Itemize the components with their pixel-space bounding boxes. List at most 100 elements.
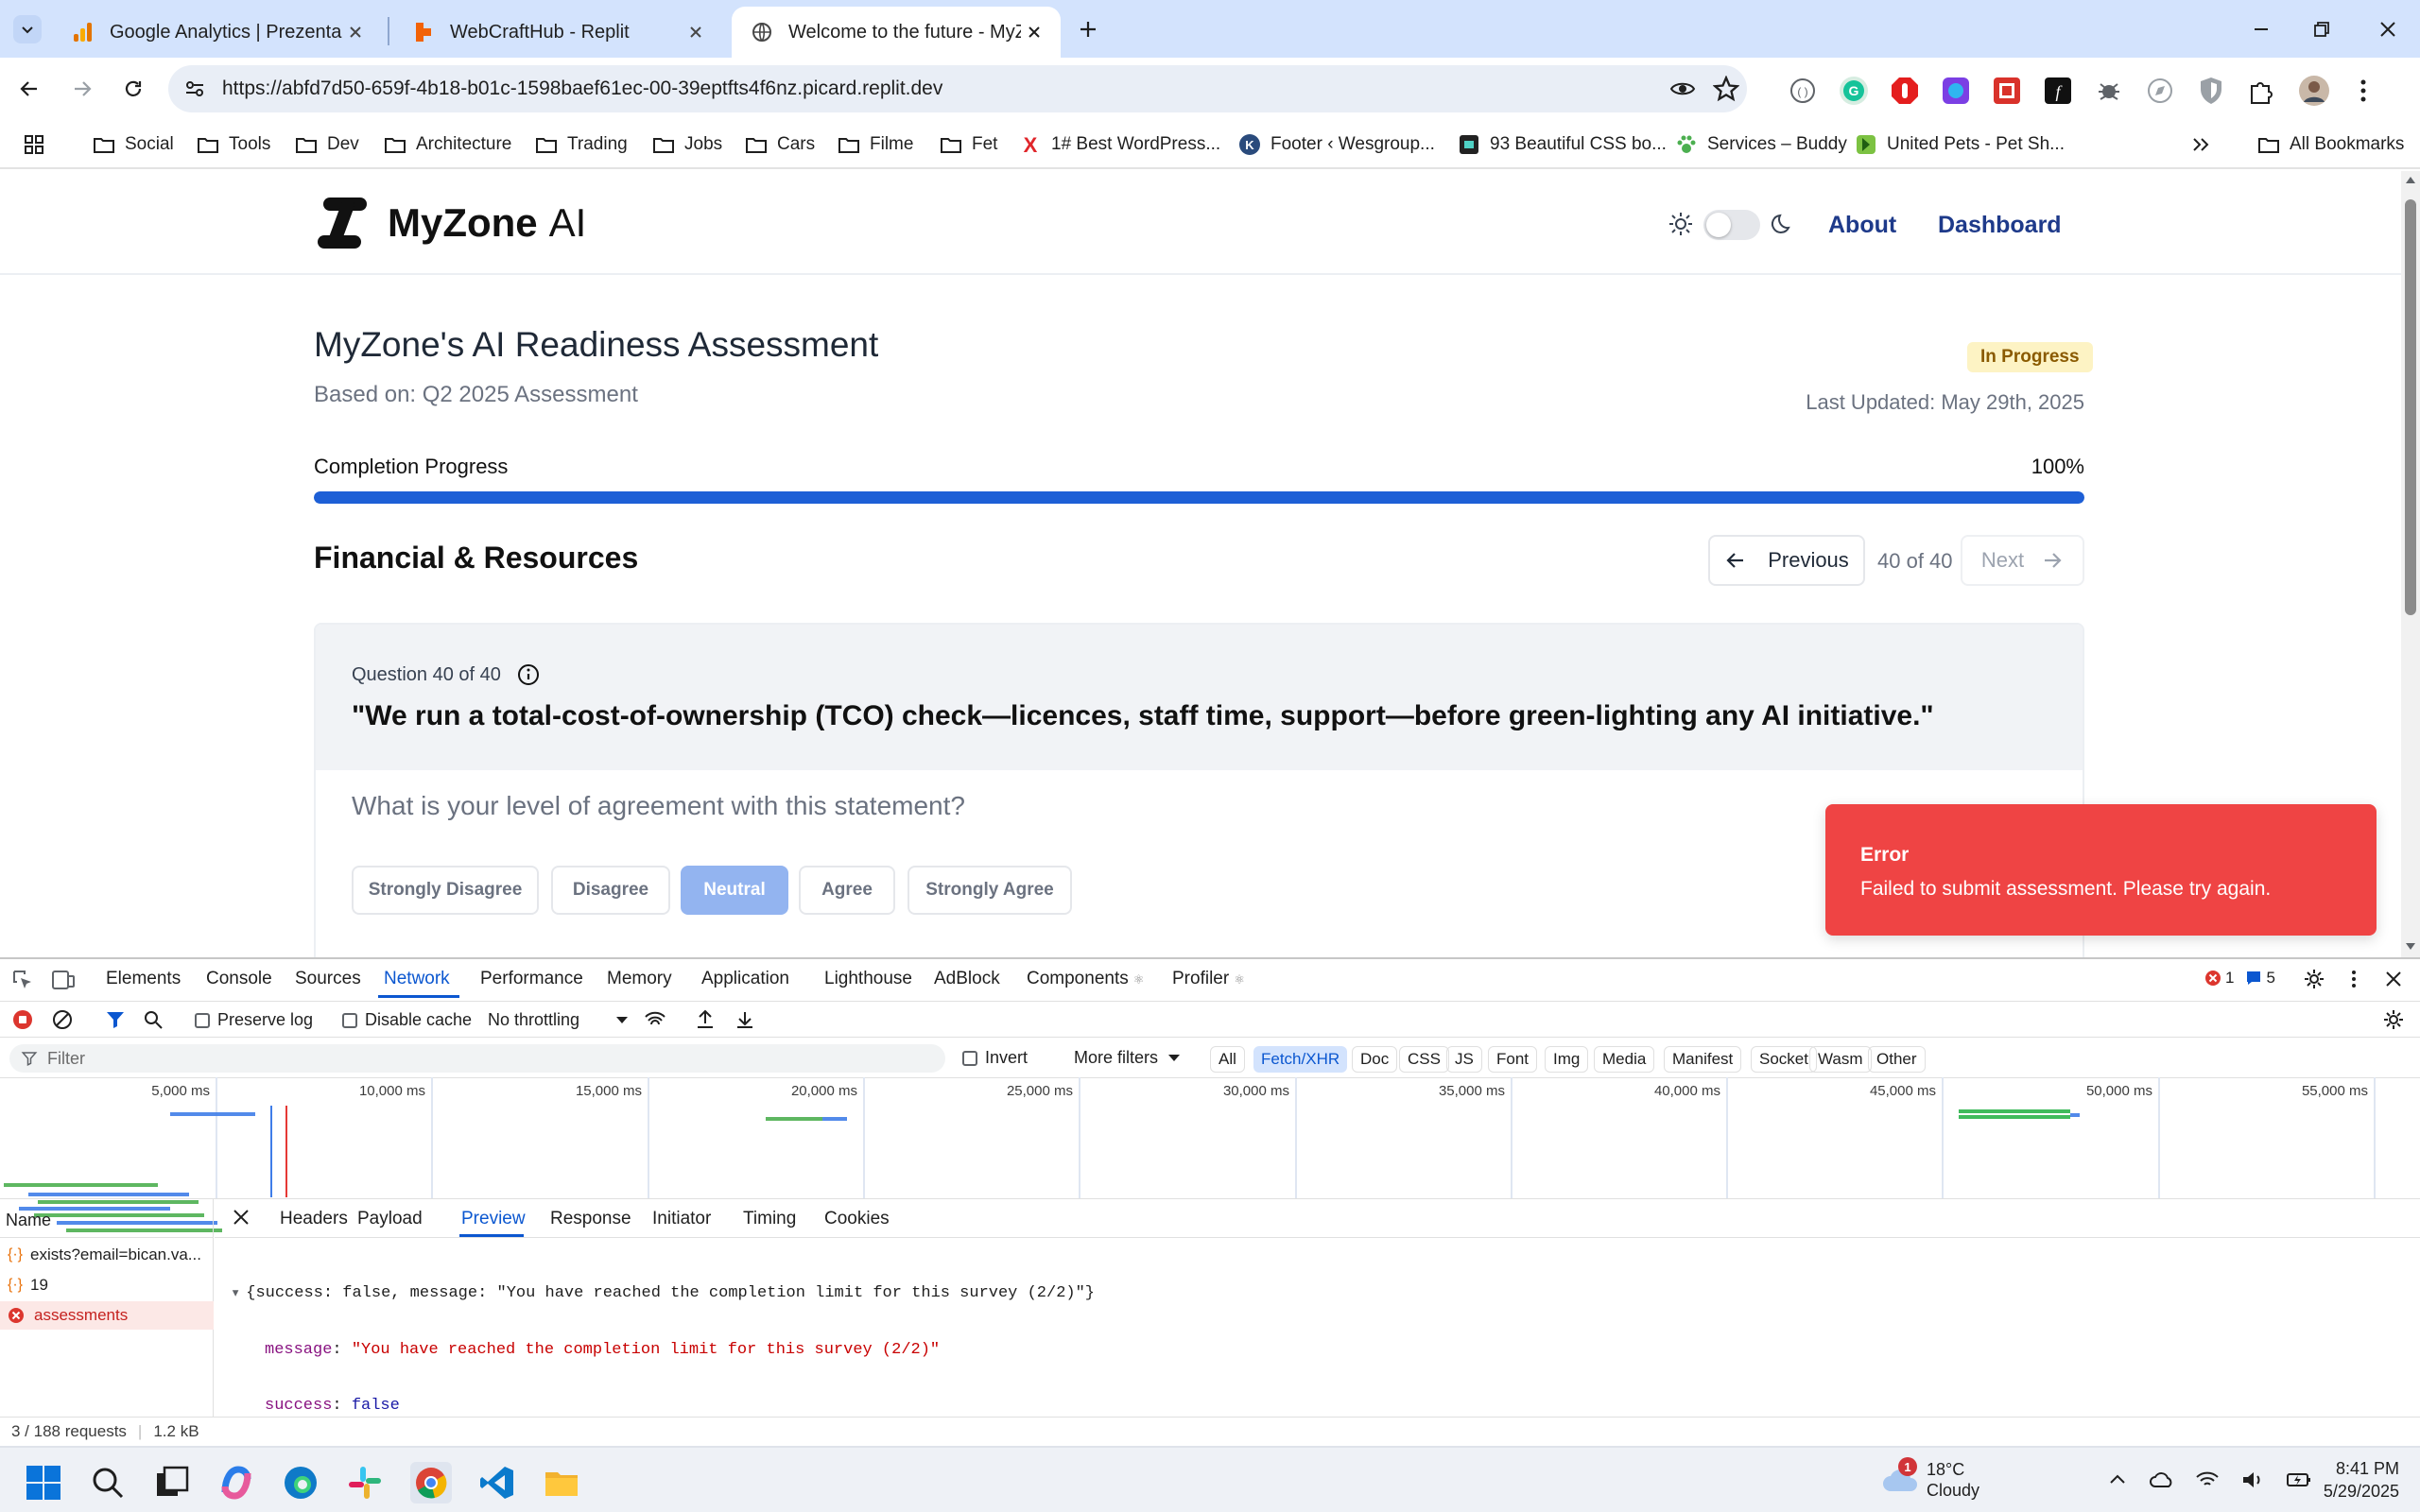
devtools-tab-memory[interactable]: Memory bbox=[607, 969, 672, 989]
file-explorer-icon[interactable] bbox=[543, 1464, 580, 1502]
devtools-tab-profiler[interactable]: Profiler ⚛ bbox=[1172, 969, 1245, 989]
type-filter-chip[interactable]: JS bbox=[1446, 1046, 1482, 1073]
scroll-down-icon[interactable] bbox=[2405, 942, 2416, 952]
more-vertical-icon[interactable] bbox=[2350, 75, 2377, 107]
throttling-select[interactable]: No throttling bbox=[488, 1010, 629, 1030]
next-button[interactable]: Next bbox=[1961, 535, 2084, 586]
copilot-icon[interactable] bbox=[217, 1464, 255, 1502]
search-icon[interactable] bbox=[142, 1008, 164, 1031]
scrollbar-thumb[interactable] bbox=[2405, 199, 2416, 615]
screenshot-icon[interactable] bbox=[1991, 75, 2023, 107]
clear-icon[interactable] bbox=[51, 1008, 74, 1031]
bookmark-folder[interactable]: Dev bbox=[295, 129, 359, 161]
record-stop-icon[interactable] bbox=[11, 1008, 34, 1031]
type-filter-chip[interactable]: Wasm bbox=[1809, 1046, 1872, 1073]
slack-icon[interactable] bbox=[346, 1464, 384, 1502]
bookmark-folder[interactable]: Social bbox=[93, 129, 174, 161]
devtools-tab-network[interactable]: Network bbox=[384, 969, 450, 989]
bug-icon[interactable] bbox=[2093, 75, 2125, 107]
close-icon[interactable] bbox=[1021, 19, 1047, 45]
bookmark-folder[interactable]: Architecture bbox=[384, 129, 511, 161]
answer-neutral-selected[interactable]: Neutral bbox=[681, 866, 788, 915]
bookmark-star-icon[interactable] bbox=[1713, 76, 1739, 102]
checkbox[interactable] bbox=[195, 1012, 210, 1028]
detail-tab-payload[interactable]: Payload bbox=[357, 1209, 423, 1229]
device-toolbar-icon[interactable] bbox=[51, 969, 76, 991]
bookmark-link[interactable]: K Footer ‹ Wesgroup... bbox=[1238, 129, 1435, 161]
more-filters-dropdown[interactable]: More filters bbox=[1074, 1048, 1181, 1068]
inspect-element-icon[interactable] bbox=[11, 969, 34, 991]
answer-agree[interactable]: Agree bbox=[799, 866, 895, 915]
windows-start-icon[interactable] bbox=[25, 1464, 62, 1502]
type-filter-chip[interactable]: Fetch/XHR bbox=[1253, 1046, 1348, 1073]
restore-window-button[interactable] bbox=[2303, 15, 2341, 43]
bookmark-link[interactable]: United Pets - Pet Sh... bbox=[1855, 129, 2065, 161]
devtools-tab-elements[interactable]: Elements bbox=[106, 969, 181, 989]
filter-icon[interactable] bbox=[104, 1008, 127, 1031]
settings-gear-icon[interactable] bbox=[2303, 968, 2325, 990]
back-button[interactable] bbox=[13, 73, 45, 105]
edge-icon[interactable] bbox=[282, 1464, 320, 1502]
answer-strongly-agree[interactable]: Strongly Agree bbox=[908, 866, 1072, 915]
detail-tab-timing[interactable]: Timing bbox=[743, 1209, 796, 1229]
type-filter-chip[interactable]: Manifest bbox=[1664, 1046, 1742, 1073]
clock[interactable]: 8:41 PM 5/29/2025 bbox=[2324, 1457, 2399, 1503]
site-settings-icon[interactable] bbox=[183, 77, 206, 100]
filter-input[interactable]: Filter bbox=[9, 1044, 945, 1073]
bookmark-folder[interactable]: Trading bbox=[535, 129, 628, 161]
nav-dashboard[interactable]: Dashboard bbox=[1938, 212, 2062, 239]
detail-tab-initiator[interactable]: Initiator bbox=[652, 1209, 711, 1229]
battery-icon[interactable] bbox=[2286, 1469, 2312, 1491]
preserve-log-checkbox[interactable]: Preserve log bbox=[195, 1010, 313, 1030]
devtools-tab-components[interactable]: Components ⚛ bbox=[1027, 969, 1144, 989]
answer-disagree[interactable]: Disagree bbox=[551, 866, 670, 915]
all-bookmarks-button[interactable]: All Bookmarks bbox=[2257, 129, 2404, 161]
url-text[interactable]: https://abfd7d50-659f-4b18-b01c-1598baef… bbox=[222, 77, 942, 100]
type-filter-chip[interactable]: Socket bbox=[1751, 1046, 1817, 1073]
bookmark-folder[interactable]: Tools bbox=[197, 129, 270, 161]
tab-search-button[interactable] bbox=[13, 15, 42, 43]
page-scrollbar[interactable] bbox=[2401, 171, 2420, 957]
detail-tab-cookies[interactable]: Cookies bbox=[824, 1209, 890, 1229]
weather-widget[interactable]: 1 18°C Cloudy bbox=[1881, 1457, 1979, 1501]
extension-icon[interactable]: ( ) bbox=[1787, 75, 1819, 107]
new-tab-button[interactable] bbox=[1074, 15, 1102, 43]
more-vertical-icon[interactable] bbox=[2344, 968, 2363, 990]
chrome-icon[interactable] bbox=[410, 1462, 452, 1503]
onedrive-icon[interactable] bbox=[2150, 1469, 2174, 1491]
import-icon[interactable] bbox=[694, 1008, 717, 1031]
puzzle-icon[interactable] bbox=[2246, 75, 2278, 107]
type-filter-chip[interactable]: Font bbox=[1488, 1046, 1538, 1073]
disable-cache-checkbox[interactable]: Disable cache bbox=[342, 1010, 472, 1030]
apps-button[interactable] bbox=[23, 129, 55, 161]
expand-triangle-icon[interactable]: ▾ bbox=[231, 1283, 240, 1303]
request-row[interactable]: {·} exists?email=bican.va... bbox=[0, 1241, 214, 1269]
devtools-tab-sources[interactable]: Sources bbox=[295, 969, 361, 989]
close-icon[interactable] bbox=[683, 19, 709, 45]
search-icon[interactable] bbox=[89, 1464, 127, 1502]
devtools-tab-console[interactable]: Console bbox=[206, 969, 272, 989]
checkbox[interactable] bbox=[342, 1012, 357, 1028]
detail-tab-response[interactable]: Response bbox=[550, 1209, 631, 1229]
theme-toggle[interactable] bbox=[1703, 210, 1760, 240]
bookmark-link[interactable]: Services – Buddy bbox=[1675, 129, 1847, 161]
export-icon[interactable] bbox=[734, 1008, 756, 1031]
bookmark-folder[interactable]: Fet bbox=[940, 129, 997, 161]
volume-icon[interactable] bbox=[2240, 1469, 2265, 1491]
font-icon[interactable]: f bbox=[2042, 75, 2074, 107]
close-icon[interactable] bbox=[2384, 970, 2403, 988]
more-bookmarks-button[interactable] bbox=[2189, 129, 2221, 161]
browser-tab[interactable]: WebCraftHub - Replit bbox=[393, 7, 722, 58]
minimize-window-button[interactable] bbox=[2242, 15, 2280, 43]
name-column-header[interactable]: Name bbox=[6, 1211, 51, 1230]
site-logo[interactable]: MyZone AI bbox=[314, 194, 586, 252]
shield-icon[interactable] bbox=[2195, 75, 2227, 107]
json-summary[interactable]: ▾ {success: false, message: "You have rea… bbox=[231, 1283, 1095, 1303]
answer-strongly-disagree[interactable]: Strongly Disagree bbox=[352, 866, 539, 915]
eye-icon[interactable] bbox=[1669, 77, 1696, 101]
devtools-tab-lighthouse[interactable]: Lighthouse bbox=[824, 969, 912, 989]
bookmark-folder[interactable]: Filme bbox=[838, 129, 913, 161]
close-window-button[interactable] bbox=[2369, 15, 2407, 43]
forward-button[interactable] bbox=[66, 73, 98, 105]
request-row[interactable]: {·} 19 bbox=[0, 1271, 214, 1299]
